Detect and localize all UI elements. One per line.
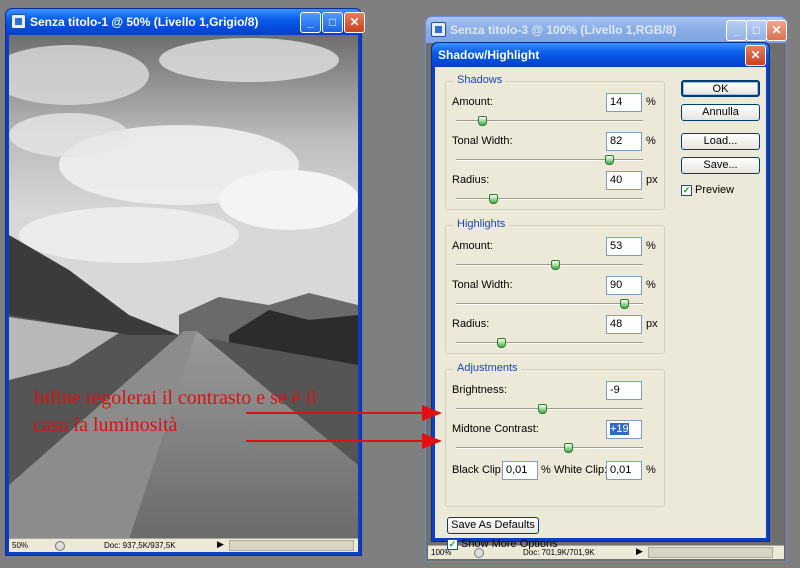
annotation-line-1: Infine regolerai il contrasto e se è il [33, 387, 317, 409]
annotation-line-2: caso la luminosità [33, 414, 178, 436]
annotation-arrows [246, 405, 442, 449]
